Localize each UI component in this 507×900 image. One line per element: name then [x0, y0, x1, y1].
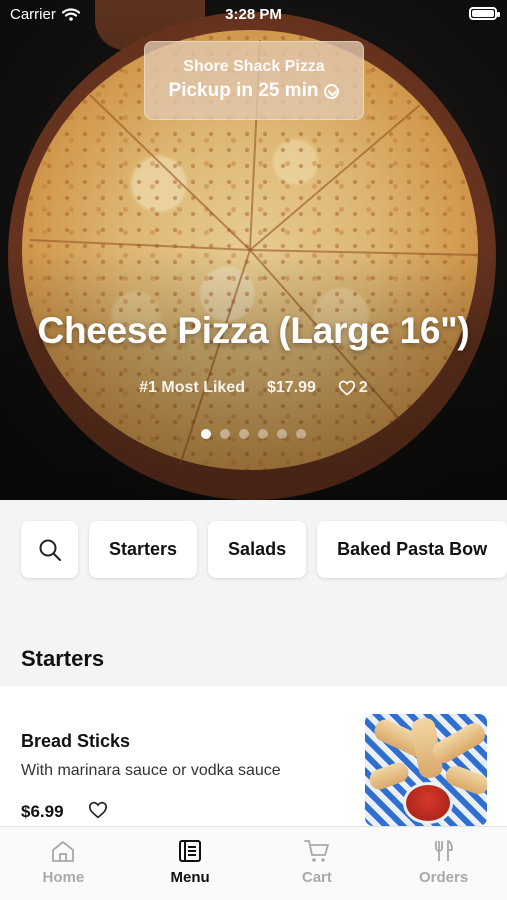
featured-badge: #1 Most Liked: [139, 379, 245, 396]
search-icon: [39, 539, 61, 561]
restaurant-name: Shore Shack Pizza: [183, 58, 325, 75]
pickup-selector[interactable]: Shore Shack Pizza Pickup in 25 min: [144, 41, 364, 120]
category-section: Starters Salads Baked Pasta Bow Starters: [0, 500, 507, 686]
menu-item-price: $6.99: [21, 802, 64, 821]
tab-cart[interactable]: Cart: [254, 827, 381, 900]
battery-icon: [469, 7, 500, 20]
tab-orders[interactable]: Orders: [380, 827, 507, 900]
status-time: 3:28 PM: [225, 6, 282, 23]
fork-knife-icon: [434, 840, 453, 861]
status-bar: Carrier 3:28 PM: [0, 0, 507, 28]
carousel-dot[interactable]: [220, 429, 230, 439]
category-chip-starters[interactable]: Starters: [89, 521, 198, 578]
home-icon: [52, 841, 75, 862]
marinara-cup: [403, 782, 453, 824]
tab-label: Home: [42, 869, 85, 886]
featured-like[interactable]: 2: [338, 379, 368, 397]
menu-book-icon: [179, 840, 202, 862]
search-button[interactable]: [21, 521, 78, 578]
category-chip-baked-pasta[interactable]: Baked Pasta Bow: [317, 521, 507, 578]
carousel-dot[interactable]: [296, 429, 306, 439]
featured-item-title: Cheese Pizza (Large 16"): [37, 310, 470, 351]
carousel-page-indicator[interactable]: [0, 429, 507, 439]
menu-item-description: With marinara sauce or vodka sauce: [21, 762, 281, 779]
pickup-eta-label: Pickup in 25 min: [168, 80, 319, 101]
tab-home[interactable]: Home: [0, 827, 127, 900]
featured-price: $17.99: [266, 379, 316, 396]
heart-icon[interactable]: [88, 801, 108, 819]
chevron-down-circle-icon: [324, 83, 340, 99]
menu-item-name: Bread Sticks: [21, 731, 131, 751]
tab-label: Cart: [301, 869, 332, 886]
menu-item-image[interactable]: [365, 714, 487, 826]
pickup-eta[interactable]: Pickup in 25 min: [145, 80, 363, 102]
section-title: Starters: [21, 646, 105, 671]
heart-icon: [338, 380, 355, 396]
menu-item-card[interactable]: Bread Sticks With marinara sauce or vodk…: [0, 686, 507, 826]
tab-label: Menu: [170, 869, 210, 886]
category-chip-row[interactable]: Starters Salads Baked Pasta Bow: [21, 521, 507, 578]
bread-stick-shape: [429, 719, 487, 767]
category-chip-salads[interactable]: Salads: [208, 521, 307, 578]
tab-menu[interactable]: Menu: [127, 827, 254, 900]
tab-label: Orders: [419, 869, 469, 886]
bread-stick-shape: [366, 759, 412, 793]
carousel-dot[interactable]: [258, 429, 268, 439]
carousel-dot[interactable]: [277, 429, 287, 439]
featured-item-meta: #1 Most Liked $17.99 2: [0, 379, 507, 397]
carousel-dot[interactable]: [201, 429, 211, 439]
featured-like-count: 2: [358, 379, 368, 396]
cart-icon: [303, 840, 329, 862]
carousel-dot[interactable]: [239, 429, 249, 439]
featured-item-hero[interactable]: Shore Shack Pizza Pickup in 25 min Chees…: [0, 0, 507, 500]
tab-bar: Home Menu Cart Orders: [0, 826, 507, 900]
